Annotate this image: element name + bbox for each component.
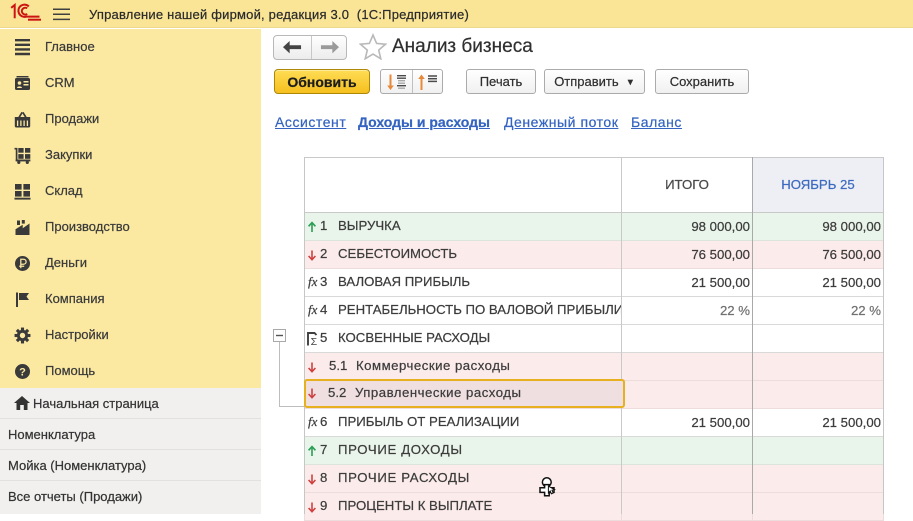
svg-text:?: ? <box>19 367 26 379</box>
svg-text:Σ: Σ <box>311 336 318 346</box>
